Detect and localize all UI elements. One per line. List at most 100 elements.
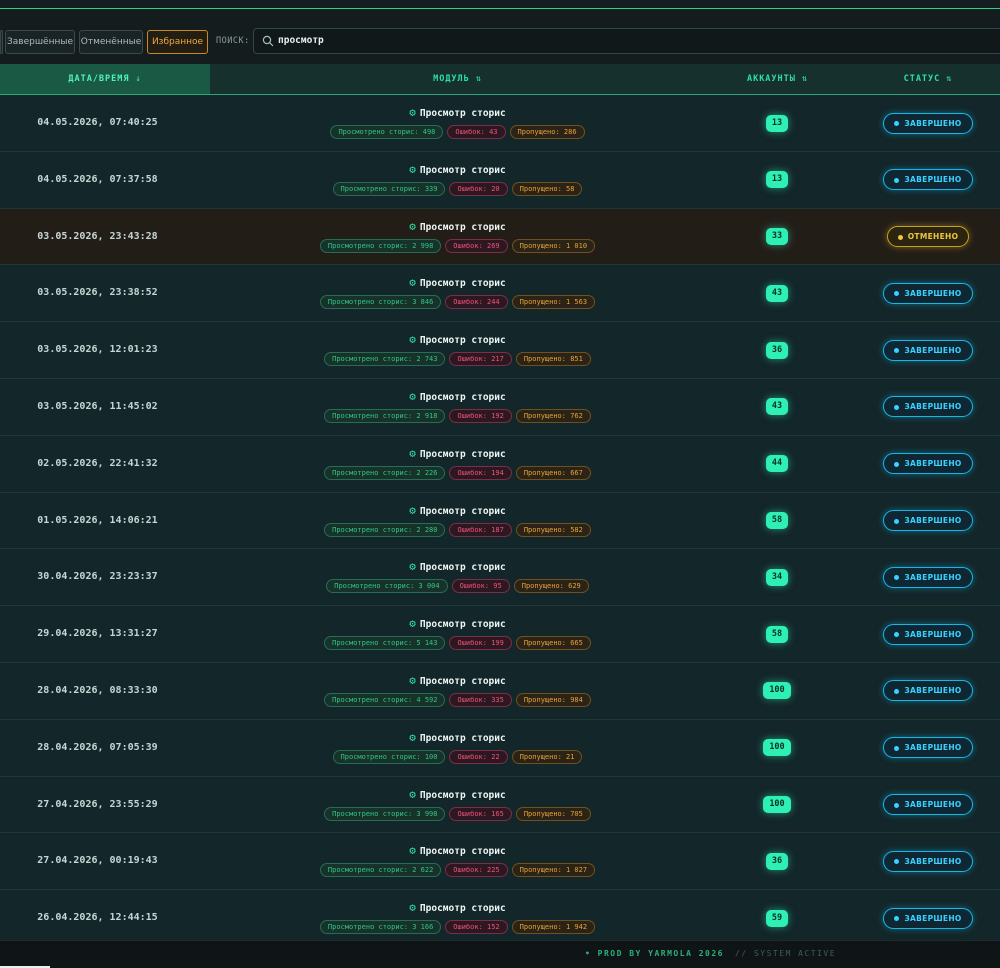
stat-errors-chip: Ошибок: 217	[449, 352, 512, 367]
column-module-header[interactable]: МОДУЛЬ ⇅	[210, 64, 705, 94]
stat-skipped-chip: Пропущено: 1 942	[511, 920, 596, 935]
column-datetime-header[interactable]: ДАТА/ВРЕМЯ ↓	[0, 64, 210, 94]
status-badge: ЗАВЕРШЕНО	[883, 453, 973, 475]
column-accounts-header[interactable]: АККАУНТЫ ⇅	[720, 64, 835, 94]
column-status-header[interactable]: СТАТУС ⇅	[870, 64, 986, 94]
filter-cancelled-button[interactable]: Отменённые	[79, 30, 143, 54]
filter-favorites-button[interactable]: Избранное	[147, 30, 208, 54]
row-module-title: Просмотр сторис	[419, 108, 506, 119]
accounts-count-badge: 13	[765, 171, 789, 189]
row-module-title: Просмотр сторис	[419, 505, 506, 517]
row-module-title-line: ⚙ Просмотр сторис	[210, 504, 705, 518]
row-accounts-cell: 13	[740, 152, 814, 208]
stat-errors-chip: Ошибок: 192	[449, 408, 512, 423]
top-strip	[0, 0, 1000, 9]
table-row[interactable]: 02.05.2026, 22:41:32 ⚙ Просмотр сторис Прос…	[0, 435, 1000, 493]
status-label: ЗАВЕРШЕНО	[904, 913, 962, 923]
stat-errors-chip: Ошибок: 43	[447, 125, 506, 139]
table-row[interactable]: 27.04.2026, 23:55:29 ⚙ Просмотр сторис Прос…	[0, 776, 1000, 834]
accounts-count-badge: 33	[765, 228, 789, 246]
status-label: ЗАВЕРШЕНО	[904, 288, 962, 298]
gear-icon: ⚙	[409, 106, 416, 119]
row-module-title: Просмотр сторис	[419, 562, 506, 574]
table-row[interactable]: 03.05.2026, 23:38:52 ⚙ Просмотр сторис Прос…	[0, 265, 1000, 323]
table-row[interactable]: 04.05.2026, 07:37:58 ⚙ Просмотр сторис Прос…	[0, 151, 1000, 209]
row-accounts-cell: 100	[740, 720, 814, 776]
row-module-title-line: ⚙ Просмотр сторис	[210, 674, 705, 688]
gear-icon: ⚙	[409, 446, 416, 460]
search-icon	[262, 35, 274, 47]
stat-skipped-chip: Пропущено: 582	[515, 522, 591, 537]
row-module-title: Просмотр сторис	[419, 164, 506, 176]
status-badge: ЗАВЕРШЕНО	[883, 510, 973, 532]
row-datetime: 03.05.2026, 23:43:28	[37, 230, 158, 242]
accounts-count-badge: 13	[765, 114, 789, 132]
accounts-count-badge: 100	[763, 739, 791, 757]
row-datetime: 03.05.2026, 12:01:23	[37, 344, 158, 356]
stat-viewed-chip: Просмотрено сторис: 3 846	[319, 295, 442, 310]
row-stats: Просмотрено сторис: 2 998 Ошибок: 269 Проп…	[210, 238, 705, 253]
table-row[interactable]: 28.04.2026, 08:33:30 ⚙ Просмотр сторис Прос…	[0, 662, 1000, 720]
table-row[interactable]: 27.04.2026, 00:19:43 ⚙ Просмотр сторис Прос…	[0, 833, 1000, 891]
table-body: 04.05.2026, 07:40:25 ⚙ Просмотр сторис Прос…	[0, 95, 1000, 947]
table-row[interactable]: 04.05.2026, 07:40:25 ⚙ Просмотр сторис Прос…	[0, 95, 1000, 152]
accounts-count-badge: 43	[765, 284, 789, 302]
table-header: ДАТА/ВРЕМЯ ↓ МОДУЛЬ ⇅ АККАУНТЫ ⇅ СТАТУС ⇅	[0, 64, 1000, 95]
stat-errors-chip: Ошибок: 165	[449, 806, 512, 821]
stat-errors-chip: Ошибок: 187	[449, 522, 512, 537]
row-accounts-cell: 43	[740, 379, 814, 435]
table-row[interactable]: 26.04.2026, 12:44:15 ⚙ Просмотр сторис Прос…	[0, 890, 1000, 947]
status-dot-icon	[894, 802, 900, 808]
row-status-cell: ЗАВЕРШЕНО	[880, 265, 976, 321]
table-row[interactable]: 30.04.2026, 23:23:37 ⚙ Просмотр сторис Прос…	[0, 549, 1000, 607]
row-module-title: Просмотр сторис	[419, 789, 506, 801]
status-label: ЗАВЕРШЕНО	[904, 402, 962, 412]
stat-errors-chip: Ошибок: 244	[445, 295, 508, 310]
stat-errors-chip: Ошибок: 20	[449, 181, 508, 196]
stat-viewed-chip: Просмотрено сторис: 2 998	[319, 238, 442, 253]
status-label: ЗАВЕРШЕНО	[904, 686, 962, 696]
row-module-title: Просмотр сторис	[419, 448, 506, 460]
row-datetime: 28.04.2026, 08:33:30	[37, 684, 158, 696]
status-label: ЗАВЕРШЕНО	[904, 118, 962, 128]
status-dot-icon	[894, 404, 900, 410]
row-accounts-cell: 58	[740, 606, 814, 662]
row-stats: Просмотрено сторис: 2 918 Ошибок: 192 Проп…	[210, 408, 705, 423]
table-row[interactable]: 03.05.2026, 11:45:02 ⚙ Просмотр сторис Прос…	[0, 378, 1000, 436]
row-stats: Просмотрено сторис: 498 Ошибок: 43 Пропуще…	[210, 125, 705, 139]
status-badge: ЗАВЕРШЕНО	[883, 794, 973, 816]
gear-icon: ⚙	[409, 219, 416, 233]
row-module-title: Просмотр сторис	[419, 619, 506, 631]
stat-viewed-chip: Просмотрено сторис: 2 226	[324, 465, 446, 480]
accounts-count-badge: 100	[763, 682, 791, 700]
row-accounts-cell: 36	[740, 833, 814, 889]
sort-arrow-down-icon: ↓	[135, 74, 142, 84]
table-row[interactable]: 28.04.2026, 07:05:39 ⚙ Просмотр сторис Прос…	[0, 719, 1000, 777]
gear-icon: ⚙	[409, 901, 416, 915]
row-module-title: Просмотр сторис	[419, 335, 506, 347]
row-accounts-cell: 100	[740, 777, 814, 833]
row-stats: Просмотрено сторис: 3 004 Ошибок: 95 Пропу…	[210, 579, 705, 594]
status-badge: ЗАВЕРШЕНО	[883, 339, 973, 361]
search-value: просмотр	[278, 35, 324, 46]
gear-icon: ⚙	[409, 162, 416, 176]
row-module-cell: ⚙ Просмотр сторис Просмотрено сторис: 2 99…	[210, 209, 705, 265]
row-module-title: Просмотр сторис	[419, 903, 506, 915]
row-status-cell: ЗАВЕРШЕНО	[880, 549, 976, 605]
row-accounts-cell: 59	[740, 890, 814, 946]
table-row[interactable]: 01.05.2026, 14:06:21 ⚙ Просмотр сторис Прос…	[0, 492, 1000, 550]
status-label: ЗАВЕРШЕНО	[904, 345, 962, 355]
row-status-cell: ЗАВЕРШЕНО	[880, 152, 976, 208]
table-row[interactable]: 03.05.2026, 23:43:28 ⚙ Просмотр сторис Прос…	[0, 208, 1000, 266]
stat-errors-chip: Ошибок: 22	[449, 749, 508, 764]
stat-viewed-chip: Просмотрено сторис: 4 592	[324, 692, 446, 707]
stat-errors-chip: Ошибок: 152	[445, 920, 508, 935]
accounts-count-badge: 44	[765, 455, 789, 473]
search-input[interactable]: просмотр	[253, 28, 1000, 54]
stat-viewed-chip: Просмотрено сторис: 2 918	[324, 408, 446, 423]
row-module-cell: ⚙ Просмотр сторис Просмотрено сторис: 4 59…	[210, 663, 705, 719]
table-row[interactable]: 29.04.2026, 13:31:27 ⚙ Просмотр сторис Прос…	[0, 606, 1000, 663]
filter-completed-button[interactable]: Завершённые	[5, 30, 75, 54]
table-row[interactable]: 03.05.2026, 12:01:23 ⚙ Просмотр сторис Прос…	[0, 322, 1000, 379]
filter-button-partial[interactable]	[0, 30, 3, 54]
